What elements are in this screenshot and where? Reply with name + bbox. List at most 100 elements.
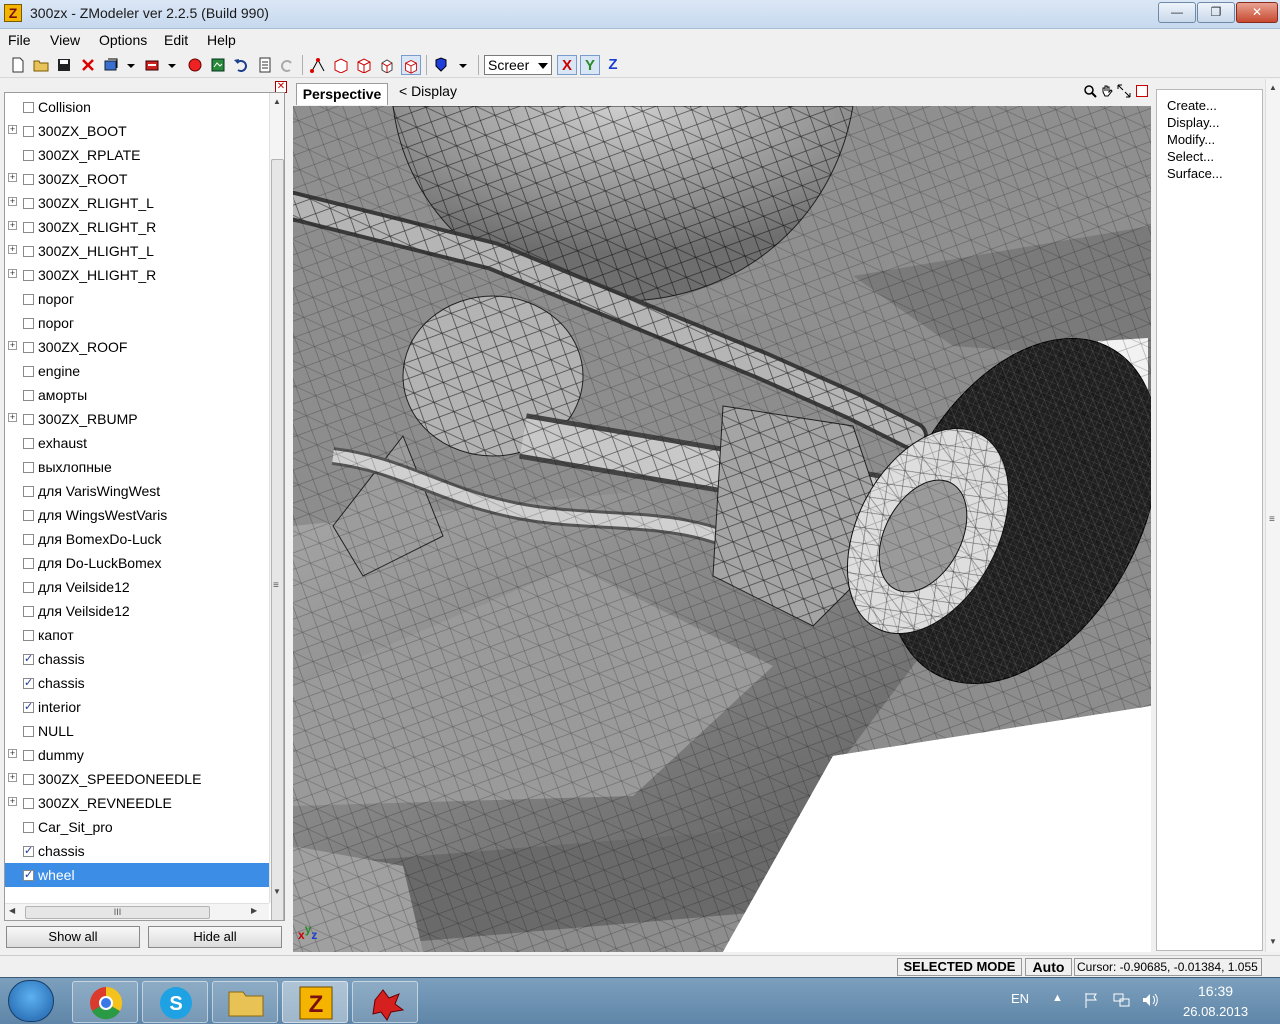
minimize-button[interactable]: — [1158, 2, 1196, 23]
visibility-checkbox[interactable] [23, 558, 34, 569]
visibility-checkbox[interactable] [23, 630, 34, 641]
tree-item[interactable]: Collision [5, 95, 269, 119]
tree-item[interactable]: для BomexDo-Luck [5, 527, 269, 551]
tree-item[interactable]: exhaust [5, 431, 269, 455]
notes-icon[interactable] [257, 57, 273, 73]
tree-item[interactable]: +300ZX_RLIGHT_L [5, 191, 269, 215]
visibility-checkbox[interactable] [23, 822, 34, 833]
visibility-checkbox[interactable] [23, 366, 34, 377]
tree-item[interactable]: 300ZX_RPLATE [5, 143, 269, 167]
expand-icon[interactable]: + [8, 773, 17, 782]
command-select[interactable]: Select... [1167, 149, 1214, 164]
expand-icon[interactable]: + [8, 221, 17, 230]
visibility-checkbox[interactable] [23, 342, 34, 353]
visibility-checkbox[interactable] [23, 318, 34, 329]
new-file-icon[interactable] [10, 57, 26, 73]
tree-item[interactable]: для Veilside12 [5, 599, 269, 623]
record-icon[interactable] [187, 57, 203, 73]
tree-item[interactable]: +300ZX_ROOF [5, 335, 269, 359]
scroll-down-arrow-icon[interactable]: ▼ [273, 887, 281, 896]
visibility-checkbox[interactable] [23, 582, 34, 593]
delete-icon[interactable] [80, 57, 96, 73]
coordinate-space-select[interactable]: Screer [484, 55, 552, 75]
select-face-icon[interactable] [333, 57, 349, 73]
expand-icon[interactable]: + [8, 797, 17, 806]
redo-icon[interactable] [279, 57, 295, 73]
action-center-flag-icon[interactable] [1083, 991, 1101, 1009]
volume-icon[interactable] [1141, 991, 1159, 1009]
3d-viewport[interactable] [293, 106, 1151, 952]
tree-item[interactable]: аморты [5, 383, 269, 407]
expand-icon[interactable]: + [8, 269, 17, 278]
tree-item[interactable]: порог [5, 311, 269, 335]
export-icon[interactable] [144, 57, 160, 73]
visibility-checkbox[interactable] [23, 726, 34, 737]
visibility-checkbox[interactable]: ✓ [23, 702, 34, 713]
visibility-checkbox[interactable] [23, 150, 34, 161]
expand-icon[interactable]: + [8, 245, 17, 254]
tree-item[interactable]: +300ZX_RBUMP [5, 407, 269, 431]
tree-item[interactable]: для WingsWestVaris [5, 503, 269, 527]
visibility-checkbox[interactable] [23, 270, 34, 281]
menu-view[interactable]: View [50, 32, 80, 48]
display-link[interactable]: < Display [399, 83, 457, 99]
tab-perspective[interactable]: Perspective [296, 83, 388, 105]
network-icon[interactable] [1112, 991, 1130, 1009]
tree-item[interactable]: +300ZX_HLIGHT_L [5, 239, 269, 263]
expand-icon[interactable]: + [8, 749, 17, 758]
taskbar-game-app[interactable] [352, 981, 418, 1023]
taskbar-skype[interactable]: S [142, 981, 208, 1023]
vertical-scroll-thumb[interactable]: ≡ [271, 159, 284, 920]
visibility-checkbox[interactable]: ✓ [23, 846, 34, 857]
tree-item[interactable]: порог [5, 287, 269, 311]
dropdown-arrow-icon[interactable] [167, 57, 177, 73]
tree-item[interactable]: ✓ chassis [5, 647, 269, 671]
scroll-left-arrow-icon[interactable]: ◀ [9, 906, 15, 915]
visibility-checkbox[interactable] [23, 750, 34, 761]
menu-help[interactable]: Help [207, 32, 236, 48]
scroll-up-arrow-icon[interactable]: ▲ [273, 97, 281, 106]
tree-item[interactable]: NULL [5, 719, 269, 743]
expand-icon[interactable]: + [8, 413, 17, 422]
select-object-icon[interactable] [356, 57, 372, 73]
windows-start-button[interactable] [8, 980, 54, 1022]
visibility-checkbox[interactable] [23, 102, 34, 113]
tree-item[interactable]: +300ZX_BOOT [5, 119, 269, 143]
visibility-checkbox[interactable]: ✓ [23, 654, 34, 665]
axis-x-toggle[interactable]: X [557, 55, 577, 75]
zmodeler-app-icon[interactable]: Z [4, 4, 22, 22]
visibility-checkbox[interactable] [23, 198, 34, 209]
tree-item[interactable]: ✓ chassis [5, 671, 269, 695]
tree-item[interactable]: для VarisWingWest [5, 479, 269, 503]
taskbar-chrome[interactable] [72, 981, 138, 1023]
tree-item[interactable]: Car_Sit_pro [5, 815, 269, 839]
visibility-checkbox[interactable]: ✓ [23, 678, 34, 689]
visibility-checkbox[interactable] [23, 510, 34, 521]
scroll-right-arrow-icon[interactable]: ▶ [251, 906, 257, 915]
select-group-icon[interactable] [379, 57, 395, 73]
command-display[interactable]: Display... [1167, 115, 1220, 130]
visibility-checkbox[interactable]: ✓ [23, 870, 34, 881]
status-auto[interactable]: Auto [1025, 958, 1072, 976]
tree-item[interactable]: engine [5, 359, 269, 383]
visibility-checkbox[interactable] [23, 414, 34, 425]
select-all-icon[interactable] [401, 55, 421, 75]
maximize-viewport-icon[interactable] [1117, 84, 1131, 98]
visibility-checkbox[interactable] [23, 486, 34, 497]
tree-item[interactable]: ✓ wheel [5, 863, 269, 887]
select-vertex-icon[interactable] [310, 57, 326, 73]
maximize-button[interactable]: ❐ [1197, 2, 1235, 23]
tree-item[interactable]: для Veilside12 [5, 575, 269, 599]
visibility-checkbox[interactable] [23, 462, 34, 473]
expand-icon[interactable]: + [8, 197, 17, 206]
horizontal-scrollbar[interactable]: ◀ III ▶ [5, 903, 269, 920]
undo-icon[interactable] [233, 57, 249, 73]
open-folder-icon[interactable] [33, 57, 49, 73]
language-indicator[interactable]: EN [1011, 991, 1029, 1006]
vertical-scrollbar[interactable]: ▲ ≡ ▼ [1265, 79, 1280, 952]
visibility-checkbox[interactable] [23, 246, 34, 257]
tree-item[interactable]: +300ZX_HLIGHT_R [5, 263, 269, 287]
show-hidden-icons-icon[interactable]: ▲ [1052, 992, 1063, 1004]
close-button[interactable]: ✕ [1236, 2, 1278, 23]
tree-item[interactable]: ✓ interior [5, 695, 269, 719]
